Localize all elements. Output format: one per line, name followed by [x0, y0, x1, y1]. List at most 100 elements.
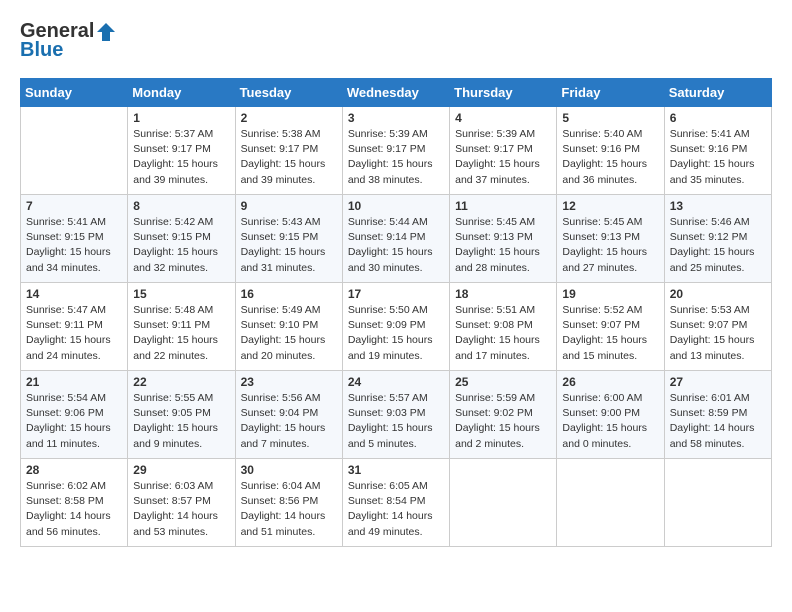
cell-info: Sunrise: 6:03 AM Sunset: 8:57 PM Dayligh… [133, 479, 229, 540]
cell-info: Sunrise: 5:59 AM Sunset: 9:02 PM Dayligh… [455, 391, 551, 452]
cell-info: Sunrise: 5:44 AM Sunset: 9:14 PM Dayligh… [348, 215, 444, 276]
calendar-cell: 16 Sunrise: 5:49 AM Sunset: 9:10 PM Dayli… [235, 283, 342, 371]
day-number: 22 [133, 375, 229, 389]
cell-info: Sunrise: 5:43 AM Sunset: 9:15 PM Dayligh… [241, 215, 337, 276]
cell-info: Sunrise: 5:47 AM Sunset: 9:11 PM Dayligh… [26, 303, 122, 364]
day-number: 7 [26, 199, 122, 213]
cell-info: Sunrise: 5:40 AM Sunset: 9:16 PM Dayligh… [562, 127, 658, 188]
cell-info: Sunrise: 5:39 AM Sunset: 9:17 PM Dayligh… [348, 127, 444, 188]
calendar-cell [450, 459, 557, 547]
calendar-cell: 25 Sunrise: 5:59 AM Sunset: 9:02 PM Dayli… [450, 371, 557, 459]
header-thursday: Thursday [450, 79, 557, 107]
calendar-cell: 15Sunrise: 5:48 AM Sunset: 9:11 PM Dayli… [128, 283, 235, 371]
calendar-cell [557, 459, 664, 547]
week-row-4: 21Sunrise: 5:54 AM Sunset: 9:06 PM Dayli… [21, 371, 772, 459]
calendar-cell: 13 Sunrise: 5:46 AM Sunset: 9:12 PM Dayli… [664, 195, 771, 283]
day-number: 9 [241, 199, 337, 213]
calendar-cell: 27 Sunrise: 6:01 AM Sunset: 8:59 PM Dayli… [664, 371, 771, 459]
day-number: 14 [26, 287, 122, 301]
day-number: 17 [348, 287, 444, 301]
day-number: 20 [670, 287, 766, 301]
cell-info: Sunrise: 6:02 AM Sunset: 8:58 PM Dayligh… [26, 479, 122, 540]
day-number: 18 [455, 287, 551, 301]
cell-info: Sunrise: 6:00 AM Sunset: 9:00 PM Dayligh… [562, 391, 658, 452]
calendar-cell: 10Sunrise: 5:44 AM Sunset: 9:14 PM Dayli… [342, 195, 449, 283]
day-number: 24 [348, 375, 444, 389]
calendar-cell: 18 Sunrise: 5:51 AM Sunset: 9:08 PM Dayli… [450, 283, 557, 371]
cell-info: Sunrise: 5:46 AM Sunset: 9:12 PM Dayligh… [670, 215, 766, 276]
day-number: 6 [670, 111, 766, 125]
day-number: 31 [348, 463, 444, 477]
logo-arrow-icon [96, 22, 116, 42]
cell-info: Sunrise: 6:05 AM Sunset: 8:54 PM Dayligh… [348, 479, 444, 540]
calendar-cell: 29 Sunrise: 6:03 AM Sunset: 8:57 PM Dayli… [128, 459, 235, 547]
week-row-5: 28 Sunrise: 6:02 AM Sunset: 8:58 PM Dayli… [21, 459, 772, 547]
cell-info: Sunrise: 5:41 AM Sunset: 9:15 PM Dayligh… [26, 215, 122, 276]
cell-info: Sunrise: 5:42 AM Sunset: 9:15 PM Dayligh… [133, 215, 229, 276]
calendar-cell: 31 Sunrise: 6:05 AM Sunset: 8:54 PM Dayli… [342, 459, 449, 547]
calendar-cell: 26 Sunrise: 6:00 AM Sunset: 9:00 PM Dayli… [557, 371, 664, 459]
calendar-cell: 5 Sunrise: 5:40 AM Sunset: 9:16 PM Daylig… [557, 107, 664, 195]
calendar-cell: 19 Sunrise: 5:52 AM Sunset: 9:07 PM Dayli… [557, 283, 664, 371]
header-saturday: Saturday [664, 79, 771, 107]
calendar-cell: 1 Sunrise: 5:37 AM Sunset: 9:17 PM Daylig… [128, 107, 235, 195]
cell-info: Sunrise: 6:01 AM Sunset: 8:59 PM Dayligh… [670, 391, 766, 452]
header-friday: Friday [557, 79, 664, 107]
calendar-cell: 2Sunrise: 5:38 AM Sunset: 9:17 PM Daylig… [235, 107, 342, 195]
calendar-cell: 30Sunrise: 6:04 AM Sunset: 8:56 PM Dayli… [235, 459, 342, 547]
cell-info: Sunrise: 5:48 AM Sunset: 9:11 PM Dayligh… [133, 303, 229, 364]
day-number: 4 [455, 111, 551, 125]
calendar-cell: 11Sunrise: 5:45 AM Sunset: 9:13 PM Dayli… [450, 195, 557, 283]
calendar-cell: 4 Sunrise: 5:39 AM Sunset: 9:17 PM Daylig… [450, 107, 557, 195]
day-number: 25 [455, 375, 551, 389]
cell-info: Sunrise: 5:56 AM Sunset: 9:04 PM Dayligh… [241, 391, 337, 452]
calendar-cell: 17 Sunrise: 5:50 AM Sunset: 9:09 PM Dayli… [342, 283, 449, 371]
cell-info: Sunrise: 5:50 AM Sunset: 9:09 PM Dayligh… [348, 303, 444, 364]
day-number: 19 [562, 287, 658, 301]
cell-info: Sunrise: 5:55 AM Sunset: 9:05 PM Dayligh… [133, 391, 229, 452]
calendar-cell: 14 Sunrise: 5:47 AM Sunset: 9:11 PM Dayli… [21, 283, 128, 371]
cell-info: Sunrise: 5:41 AM Sunset: 9:16 PM Dayligh… [670, 127, 766, 188]
calendar-header-row: SundayMondayTuesdayWednesdayThursdayFrid… [21, 79, 772, 107]
calendar-cell [664, 459, 771, 547]
day-number: 1 [133, 111, 229, 125]
calendar-cell: 22 Sunrise: 5:55 AM Sunset: 9:05 PM Dayli… [128, 371, 235, 459]
calendar-table: SundayMondayTuesdayWednesdayThursdayFrid… [20, 78, 772, 547]
calendar-cell [21, 107, 128, 195]
cell-info: Sunrise: 5:51 AM Sunset: 9:08 PM Dayligh… [455, 303, 551, 364]
day-number: 29 [133, 463, 229, 477]
day-number: 27 [670, 375, 766, 389]
cell-info: Sunrise: 5:45 AM Sunset: 9:13 PM Dayligh… [562, 215, 658, 276]
day-number: 23 [241, 375, 337, 389]
day-number: 13 [670, 199, 766, 213]
cell-info: Sunrise: 5:52 AM Sunset: 9:07 PM Dayligh… [562, 303, 658, 364]
calendar-cell: 20 Sunrise: 5:53 AM Sunset: 9:07 PM Dayli… [664, 283, 771, 371]
day-number: 11 [455, 199, 551, 213]
cell-info: Sunrise: 5:39 AM Sunset: 9:17 PM Dayligh… [455, 127, 551, 188]
day-number: 5 [562, 111, 658, 125]
cell-info: Sunrise: 5:37 AM Sunset: 9:17 PM Dayligh… [133, 127, 229, 188]
day-number: 30 [241, 463, 337, 477]
week-row-1: 1 Sunrise: 5:37 AM Sunset: 9:17 PM Daylig… [21, 107, 772, 195]
logo: General Blue [20, 20, 116, 62]
day-number: 8 [133, 199, 229, 213]
day-number: 16 [241, 287, 337, 301]
logo-blue-part: Blue [20, 39, 63, 62]
day-number: 26 [562, 375, 658, 389]
calendar-cell: 24Sunrise: 5:57 AM Sunset: 9:03 PM Dayli… [342, 371, 449, 459]
calendar-cell: 6 Sunrise: 5:41 AM Sunset: 9:16 PM Daylig… [664, 107, 771, 195]
cell-info: Sunrise: 5:54 AM Sunset: 9:06 PM Dayligh… [26, 391, 122, 452]
cell-info: Sunrise: 5:38 AM Sunset: 9:17 PM Dayligh… [241, 127, 337, 188]
calendar-cell: 28 Sunrise: 6:02 AM Sunset: 8:58 PM Dayli… [21, 459, 128, 547]
cell-info: Sunrise: 5:49 AM Sunset: 9:10 PM Dayligh… [241, 303, 337, 364]
week-row-2: 7 Sunrise: 5:41 AM Sunset: 9:15 PM Daylig… [21, 195, 772, 283]
cell-info: Sunrise: 5:53 AM Sunset: 9:07 PM Dayligh… [670, 303, 766, 364]
header-tuesday: Tuesday [235, 79, 342, 107]
day-number: 28 [26, 463, 122, 477]
day-number: 3 [348, 111, 444, 125]
calendar-cell: 3 Sunrise: 5:39 AM Sunset: 9:17 PM Daylig… [342, 107, 449, 195]
calendar-cell: 7 Sunrise: 5:41 AM Sunset: 9:15 PM Daylig… [21, 195, 128, 283]
calendar-cell: 21Sunrise: 5:54 AM Sunset: 9:06 PM Dayli… [21, 371, 128, 459]
calendar-cell: 9 Sunrise: 5:43 AM Sunset: 9:15 PM Daylig… [235, 195, 342, 283]
day-number: 12 [562, 199, 658, 213]
